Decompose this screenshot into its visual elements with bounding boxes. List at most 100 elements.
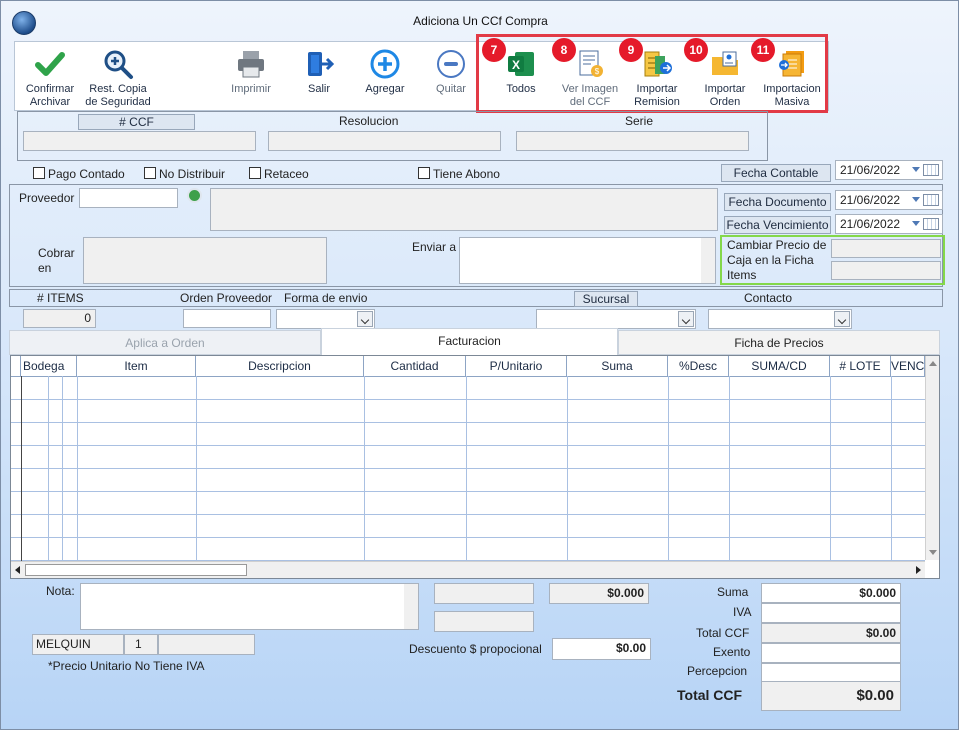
grid-column-divider [21, 376, 22, 561]
orden-proveedor-label: Orden Proveedor [180, 291, 273, 305]
remove-button[interactable]: Quitar [421, 42, 481, 112]
descuento-field[interactable]: $0.00 [552, 638, 651, 660]
window: Adiciona Un CCf Compra Confirmar Archiva… [0, 0, 959, 730]
exento-field [761, 643, 901, 663]
table-row [11, 514, 925, 515]
col-venc[interactable]: VENC [891, 356, 925, 376]
col-punitario[interactable]: P/Unitario [466, 356, 567, 376]
exit-door-icon [308, 52, 335, 76]
nota-label: Nota: [46, 584, 75, 598]
pago-contado-checkbox[interactable] [33, 167, 45, 179]
cobrar-field[interactable] [83, 237, 327, 284]
nota-scrollbar[interactable] [404, 584, 418, 629]
col-descripcion[interactable]: Descripcion [196, 356, 364, 376]
enviar-scrollbar[interactable] [701, 238, 715, 283]
serie-field[interactable] [516, 131, 749, 151]
ccf-field[interactable] [23, 131, 256, 151]
tab-ficha-precios[interactable]: Ficha de Precios [618, 330, 940, 355]
col-suma[interactable]: Suma [567, 356, 668, 376]
sucursal-select[interactable] [536, 309, 696, 329]
print-label: Imprimir [231, 83, 271, 95]
exento-label: Exento [713, 645, 751, 659]
fecha-documento-picker[interactable]: 21/06/2022 [835, 190, 943, 210]
scroll-right-icon[interactable] [916, 566, 921, 574]
scroll-left-icon[interactable] [15, 566, 20, 574]
chevron-down-icon [678, 311, 694, 327]
grid-vertical-scrollbar[interactable] [925, 356, 939, 560]
calendar-icon [923, 164, 939, 176]
col-lote[interactable]: # LOTE [830, 356, 891, 376]
grid-header-line [11, 376, 925, 377]
retaceo-checkbox[interactable] [249, 167, 261, 179]
scroll-down-icon[interactable] [929, 550, 937, 555]
orden-proveedor-field[interactable] [183, 309, 271, 328]
col-bodega[interactable]: Bodega [21, 356, 77, 376]
col-suma-cd[interactable]: SUMA/CD [729, 356, 830, 376]
tab-facturacion[interactable]: Facturacion [321, 328, 618, 355]
add-label: Agregar [365, 83, 405, 95]
add-button[interactable]: Agregar [355, 42, 415, 112]
pago-contado-label: Pago Contado [48, 167, 125, 181]
grid-column-divider [891, 376, 892, 561]
chevron-down-icon [834, 311, 850, 327]
footer-amount-value: $0.000 [607, 586, 644, 600]
footer-field-2 [434, 611, 534, 632]
user-field: MELQUIN [32, 634, 124, 655]
no-distribuir-checkbox[interactable] [144, 167, 156, 179]
proveedor-field[interactable] [79, 188, 178, 208]
grid-column-divider [77, 376, 78, 561]
highlight-frame [476, 34, 828, 113]
scroll-up-icon[interactable] [929, 361, 937, 366]
fecha-vencimiento-value: 21/06/2022 [840, 217, 901, 231]
tab-aplica-orden[interactable]: Aplica a Orden [9, 330, 321, 355]
grid-horizontal-scrollbar[interactable] [11, 561, 925, 578]
checkmark-icon [35, 52, 65, 76]
user-num-field: 1 [124, 634, 158, 655]
horizontal-scroll-thumb[interactable] [25, 564, 247, 576]
chevron-down-icon [912, 221, 920, 226]
table-row [11, 399, 925, 400]
contacto-select[interactable] [708, 309, 852, 329]
fecha-contable-picker[interactable]: 21/06/2022 [835, 160, 943, 180]
badge-8: 8 [552, 38, 576, 62]
precio-ficha-field[interactable] [831, 261, 941, 280]
col-desc[interactable]: %Desc [668, 356, 729, 376]
enviar-field[interactable] [459, 237, 716, 284]
grid-column-divider [62, 376, 63, 561]
fecha-vencimiento-picker[interactable]: 21/06/2022 [835, 214, 943, 234]
grid-column-divider [466, 376, 467, 561]
remove-label: Quitar [436, 83, 466, 95]
iva-note: *Precio Unitario No Tiene IVA [48, 659, 205, 673]
grid-column-divider [196, 376, 197, 561]
plus-circle-icon [370, 49, 400, 79]
footer-amount-field: $0.000 [549, 583, 649, 604]
confirm-button[interactable]: Confirmar Archivar [17, 42, 83, 112]
percepcion-field [761, 663, 901, 683]
resolucion-field[interactable] [268, 131, 501, 151]
enviar-label: Enviar a [412, 240, 457, 254]
nota-field[interactable] [80, 583, 419, 630]
col-cantidad[interactable]: Cantidad [364, 356, 466, 376]
exit-button[interactable]: Salir [289, 42, 349, 112]
tiene-abono-label: Tiene Abono [433, 167, 500, 181]
retaceo-label: Retaceo [264, 167, 309, 181]
col-item[interactable]: Item [77, 356, 196, 376]
validate-check-icon[interactable] [187, 188, 202, 203]
total-ccf-value: $0.00 [856, 687, 894, 704]
print-button[interactable]: Imprimir [221, 42, 281, 112]
chevron-down-icon [357, 311, 373, 327]
forma-envio-select[interactable] [276, 309, 375, 329]
suma-value: $0.000 [859, 586, 896, 600]
backup-restore-button[interactable]: Rest. Copia de Seguridad [83, 42, 153, 112]
items-grid[interactable]: Bodega Item Descripcion Cantidad P/Unita… [10, 355, 940, 579]
precio-caja-field[interactable] [831, 239, 941, 258]
badge-10: 10 [684, 38, 708, 62]
tiene-abono-checkbox[interactable] [418, 167, 430, 179]
printer-icon [238, 51, 264, 78]
total-ccf-small-field: $0.00 [761, 623, 901, 643]
iva-label: IVA [733, 605, 752, 619]
total-ccf-label: Total CCF [677, 687, 743, 703]
fecha-documento-value: 21/06/2022 [840, 193, 901, 207]
suma-label: Suma [717, 585, 749, 599]
table-row [11, 445, 925, 446]
